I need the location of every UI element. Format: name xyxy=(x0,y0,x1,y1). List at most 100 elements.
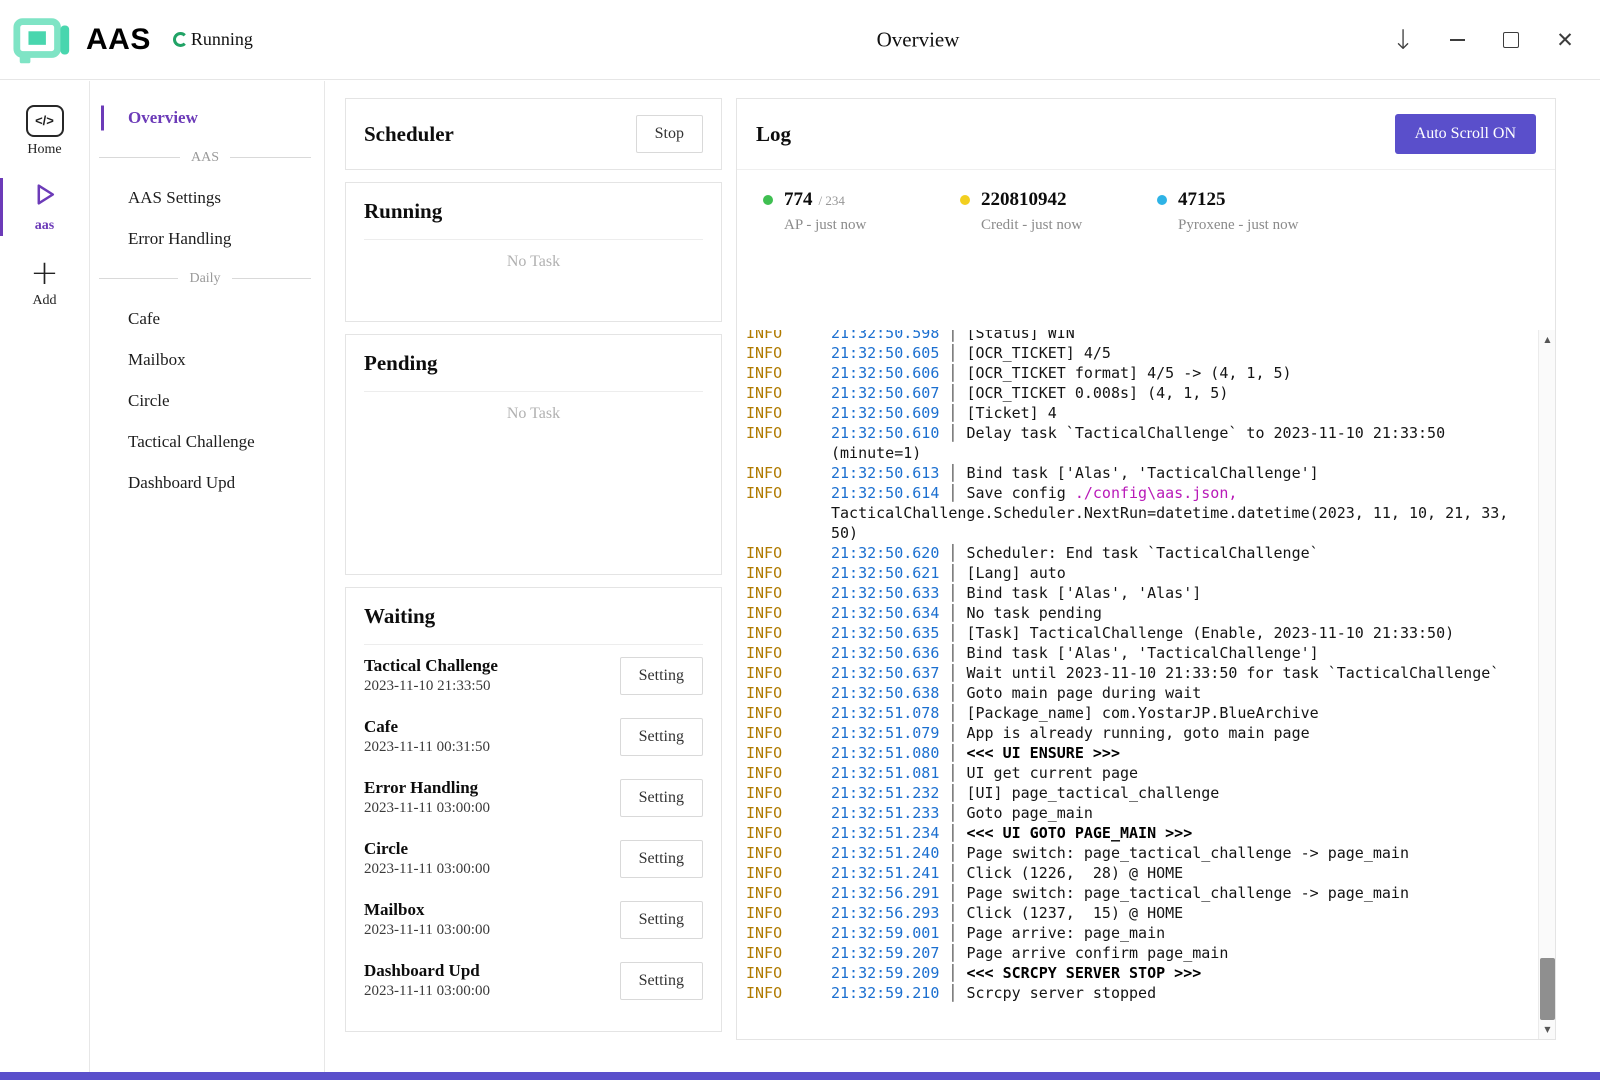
sidebar-item-error-handling[interactable]: Error Handling xyxy=(91,218,324,259)
scrollbar-up-button[interactable]: ▲ xyxy=(1539,331,1555,348)
scrollbar-thumb[interactable] xyxy=(1540,958,1555,1020)
log-message: 21:32:50.621 │ [Lang] auto xyxy=(831,563,1511,583)
log-level: INFO xyxy=(746,983,831,1003)
log-lines: INFO21:32:50.598 │ [Status] WININFO21:32… xyxy=(737,330,1538,1003)
log-message: 21:32:51.080 │ <<< UI ENSURE >>> xyxy=(831,743,1511,763)
log-level: INFO xyxy=(746,703,831,723)
group-label: AAS xyxy=(180,150,230,166)
stat-body: 47125Pyroxene - just now xyxy=(1178,189,1298,330)
log-timestamp: 21:32:51.081 xyxy=(831,764,939,782)
waiting-task-info: Error Handling2023-11-11 03:00:00 xyxy=(364,778,490,817)
log-line: INFO21:32:51.232 │ [UI] page_tactical_ch… xyxy=(746,783,1538,803)
log-scrollbar[interactable]: ▲ ▼ xyxy=(1538,330,1555,1039)
log-view[interactable]: INFO21:32:50.598 │ [Status] WININFO21:32… xyxy=(737,330,1555,1039)
log-message: 21:32:59.210 │ Scrcpy server stopped xyxy=(831,983,1511,1003)
active-indicator xyxy=(101,105,104,130)
window-controls: ↓ ✕ xyxy=(1376,0,1592,80)
log-level: INFO xyxy=(746,923,831,943)
pending-empty-text: No Task xyxy=(364,392,703,423)
code-icon: </> xyxy=(26,105,64,137)
sidebar-item-label: Tactical Challenge xyxy=(128,432,255,452)
sidebar-group-aas: AAS xyxy=(91,138,324,177)
activity-item-add[interactable]: + Add xyxy=(0,245,89,321)
sidebar-item-dashboard-upd[interactable]: Dashboard Upd xyxy=(91,462,324,503)
log-line: INFO21:32:50.636 │ Bind task ['Alas', 'T… xyxy=(746,643,1538,663)
dashboard-stat: 774/ 234AP - just now xyxy=(763,189,960,330)
log-timestamp: 21:32:50.598 xyxy=(831,330,939,342)
sidebar-item-circle[interactable]: Circle xyxy=(91,380,324,421)
log-timestamp: 21:32:50.637 xyxy=(831,664,939,682)
stat-value: 220810942 xyxy=(981,189,1067,211)
setting-button[interactable]: Setting xyxy=(620,718,703,756)
log-timestamp: 21:32:59.209 xyxy=(831,964,939,982)
waiting-task-info: Dashboard Upd2023-11-11 03:00:00 xyxy=(364,961,490,1000)
log-separator: │ xyxy=(939,724,966,742)
dashboard-stat: 47125Pyroxene - just now xyxy=(1157,189,1298,330)
log-separator: │ xyxy=(939,364,966,382)
log-message: 21:32:50.620 │ Scheduler: End task `Tact… xyxy=(831,543,1511,563)
play-icon xyxy=(31,181,58,213)
log-message: 21:32:59.207 │ Page arrive confirm page_… xyxy=(831,943,1511,963)
waiting-task-name: Error Handling xyxy=(364,778,490,798)
log-level: INFO xyxy=(746,403,831,423)
activity-item-aas[interactable]: aas xyxy=(0,169,89,245)
log-message: 21:32:50.606 │ [OCR_TICKET format] 4/5 -… xyxy=(831,363,1511,383)
log-separator: │ xyxy=(939,424,966,442)
stat-value: 774 xyxy=(784,189,813,211)
scrollbar-down-button[interactable]: ▼ xyxy=(1539,1021,1555,1038)
setting-button[interactable]: Setting xyxy=(620,901,703,939)
log-separator: │ xyxy=(939,604,966,622)
minimize-button[interactable] xyxy=(1430,17,1484,63)
log-separator: │ xyxy=(939,344,966,362)
setting-button[interactable]: Setting xyxy=(620,779,703,817)
setting-button[interactable]: Setting xyxy=(620,962,703,1000)
setting-button[interactable]: Setting xyxy=(620,657,703,695)
waiting-task-name: Dashboard Upd xyxy=(364,961,490,981)
log-message: 21:32:50.614 │ Save config ./config\aas.… xyxy=(831,483,1511,543)
log-card: Log Auto Scroll ON 774/ 234AP - just now… xyxy=(736,98,1556,1040)
log-separator: │ xyxy=(939,564,966,582)
sidebar-item-cafe[interactable]: Cafe xyxy=(91,298,324,339)
sidebar-item-tactical-challenge[interactable]: Tactical Challenge xyxy=(91,421,324,462)
log-timestamp: 21:32:56.293 xyxy=(831,904,939,922)
log-line: INFO21:32:59.209 │ <<< SCRCPY SERVER STO… xyxy=(746,963,1538,983)
card-header: Pending xyxy=(364,335,703,392)
log-separator: │ xyxy=(939,804,966,822)
log-timestamp: 21:32:56.291 xyxy=(831,884,939,902)
app-window: AAS Running Overview ↓ ✕ </> Home xyxy=(0,0,1600,1080)
log-separator: │ xyxy=(939,864,966,882)
app-name: AAS xyxy=(86,23,151,57)
log-separator: │ xyxy=(939,704,966,722)
activity-item-home[interactable]: </> Home xyxy=(0,93,89,169)
maximize-button[interactable] xyxy=(1484,17,1538,63)
log-line: INFO21:32:59.210 │ Scrcpy server stopped xyxy=(746,983,1538,1003)
sidebar-item-aas-settings[interactable]: AAS Settings xyxy=(91,177,324,218)
auto-scroll-button[interactable]: Auto Scroll ON xyxy=(1395,114,1536,154)
running-empty-text: No Task xyxy=(364,240,703,271)
setting-button[interactable]: Setting xyxy=(620,840,703,878)
log-line: INFO21:32:51.078 │ [Package_name] com.Yo… xyxy=(746,703,1538,723)
waiting-task-info: Cafe2023-11-11 00:31:50 xyxy=(364,717,490,756)
log-line: INFO21:32:59.207 │ Page arrive confirm p… xyxy=(746,943,1538,963)
waiting-task-row: Error Handling2023-11-11 03:00:00 Setting xyxy=(364,767,703,828)
log-line: INFO21:32:50.609 │ [Ticket] 4 xyxy=(746,403,1538,423)
log-timestamp: 21:32:50.607 xyxy=(831,384,939,402)
sidebar-item-mailbox[interactable]: Mailbox xyxy=(91,339,324,380)
log-line: INFO21:32:59.001 │ Page arrive: page_mai… xyxy=(746,923,1538,943)
log-line: INFO21:32:50.607 │ [OCR_TICKET 0.008s] (… xyxy=(746,383,1538,403)
log-message: 21:32:50.609 │ [Ticket] 4 xyxy=(831,403,1511,423)
close-button[interactable]: ✕ xyxy=(1538,17,1592,63)
log-timestamp: 21:32:50.620 xyxy=(831,544,939,562)
waiting-task-time: 2023-11-11 03:00:00 xyxy=(364,861,490,878)
waiting-task-row: Mailbox2023-11-11 03:00:00Setting xyxy=(364,889,703,950)
sidebar-item-label: Mailbox xyxy=(128,350,186,370)
scheduler-card: Scheduler Stop xyxy=(345,98,722,170)
sidebar-item-overview[interactable]: Overview xyxy=(91,97,324,138)
log-line: INFO21:32:50.610 │ Delay task `TacticalC… xyxy=(746,423,1538,463)
waiting-task-row: Cafe2023-11-11 00:31:50 Setting xyxy=(364,706,703,767)
sidebar-item-label: Cafe xyxy=(128,309,160,329)
stop-button[interactable]: Stop xyxy=(636,115,703,153)
log-level: INFO xyxy=(746,943,831,963)
log-message: 21:32:50.633 │ Bind task ['Alas', 'Alas'… xyxy=(831,583,1511,603)
download-update-button[interactable]: ↓ xyxy=(1376,17,1430,63)
